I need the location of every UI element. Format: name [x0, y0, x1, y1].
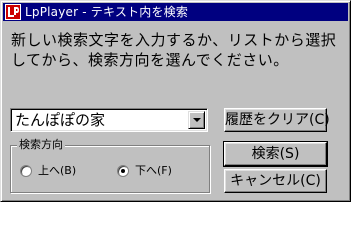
lp-logo-icon — [5, 4, 21, 20]
search-direction-legend: 検索方向 — [17, 138, 65, 152]
instruction-text: 新しい検索文字を入力するか、リストから選択してから、検索方向を選んでください。 — [11, 31, 337, 69]
radio-down-circle[interactable] — [117, 165, 129, 177]
search-button[interactable]: 検索(S) — [223, 141, 328, 167]
clear-history-button[interactable]: 履歴をクリア(C) — [224, 108, 330, 132]
radio-up-label[interactable]: 上へ(B) — [38, 164, 76, 178]
title-bar[interactable]: LpPlayer - テキスト内を検索 — [3, 3, 348, 21]
dropdown-button[interactable] — [188, 111, 205, 129]
radio-up[interactable]: 上へ(B) — [20, 164, 76, 178]
search-combobox[interactable]: たんぽぽの家 — [10, 108, 208, 132]
radio-up-circle[interactable] — [20, 165, 32, 177]
radio-selected-dot — [121, 169, 125, 173]
window-title: LpPlayer - テキスト内を検索 — [25, 5, 189, 19]
radio-down[interactable]: 下へ(F) — [117, 164, 172, 178]
search-input[interactable]: たんぽぽの家 — [15, 111, 183, 129]
chevron-down-icon — [192, 118, 201, 122]
cancel-button[interactable]: キャンセル(C) — [224, 169, 327, 193]
radio-down-label[interactable]: 下へ(F) — [135, 164, 172, 178]
search-direction-group: 検索方向 上へ(B) 下へ(F) — [10, 138, 210, 193]
search-dialog: LpPlayer - テキスト内を検索 新しい検索文字を入力するか、リストから選… — [0, 0, 351, 202]
